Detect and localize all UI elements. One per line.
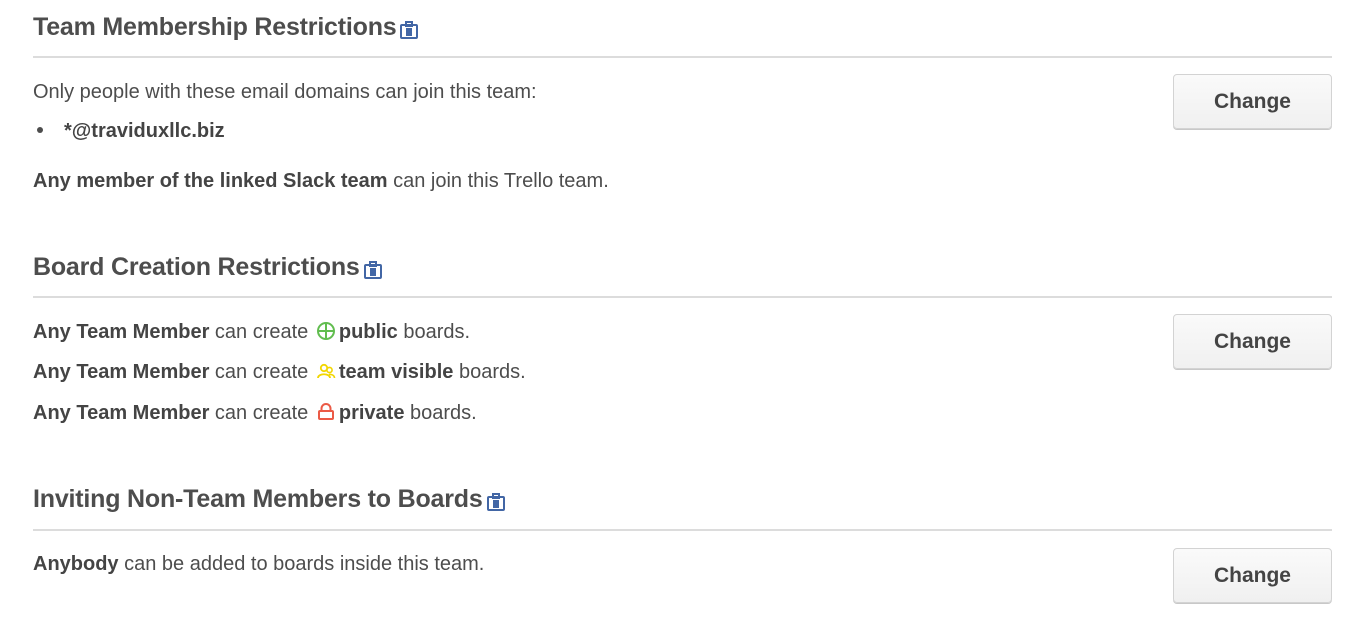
rule-suffix: boards.: [453, 361, 526, 383]
rule-team-visible: Any Team Member can create team visible …: [33, 360, 526, 384]
rule-who: Any Team Member: [33, 361, 210, 383]
board-creation-section: Board Creation Restrictions Any Team Mem…: [33, 252, 1332, 424]
change-inviting-button[interactable]: Change: [1173, 548, 1332, 603]
rule-verb: can create: [209, 361, 314, 383]
business-class-icon: [400, 21, 419, 39]
email-domains-intro: Only people with these email domains can…: [33, 81, 537, 103]
list-item: *@traviduxllc.biz: [33, 119, 225, 143]
bullet-icon: [37, 126, 43, 133]
rule-who: Any Team Member: [33, 402, 210, 424]
inviting-section: Inviting Non-Team Members to Boards Anyb…: [33, 484, 1332, 603]
team-icon: [316, 361, 336, 381]
inviting-rule: Anybody can be added to boards inside th…: [33, 552, 484, 576]
email-domain: *@traviduxllc.biz: [64, 120, 225, 142]
inviting-who: Anybody: [33, 553, 119, 575]
section-title: Board Creation Restrictions: [33, 253, 360, 281]
rule-public: Any Team Member can create public boards…: [33, 320, 470, 344]
rule-visibility: public: [338, 321, 398, 343]
change-membership-button[interactable]: Change: [1173, 74, 1332, 129]
rule-suffix: boards.: [397, 321, 471, 343]
inviting-rest: can be added to boards inside this team.: [118, 553, 485, 575]
business-class-icon: [363, 261, 382, 279]
globe-icon: [316, 321, 336, 341]
slack-team-note-rest: can join this Trello team.: [387, 170, 609, 192]
rule-verb: can create: [209, 402, 314, 424]
change-board-creation-button[interactable]: Change: [1173, 314, 1332, 369]
section-title: Team Membership Restrictions: [33, 13, 397, 41]
team-membership-section: Team Membership Restrictions Only people…: [33, 12, 1332, 192]
rule-private: Any Team Member can create private board…: [33, 401, 477, 425]
slack-team-note: Any member of the linked Slack team can …: [33, 169, 609, 193]
section-title: Inviting Non-Team Members to Boards: [33, 485, 483, 513]
slack-team-note-bold: Any member of the linked Slack team: [33, 170, 388, 192]
rule-visibility: private: [338, 402, 405, 424]
lock-icon: [316, 402, 336, 422]
section-header: Inviting Non-Team Members to Boards: [33, 484, 1332, 531]
rule-verb: can create: [209, 321, 314, 343]
rule-visibility: team visible: [338, 361, 454, 383]
rule-who: Any Team Member: [33, 321, 210, 343]
rule-suffix: boards.: [404, 402, 477, 424]
section-header: Board Creation Restrictions: [33, 252, 1332, 298]
section-header: Team Membership Restrictions: [33, 12, 1332, 58]
business-class-icon: [486, 493, 505, 511]
